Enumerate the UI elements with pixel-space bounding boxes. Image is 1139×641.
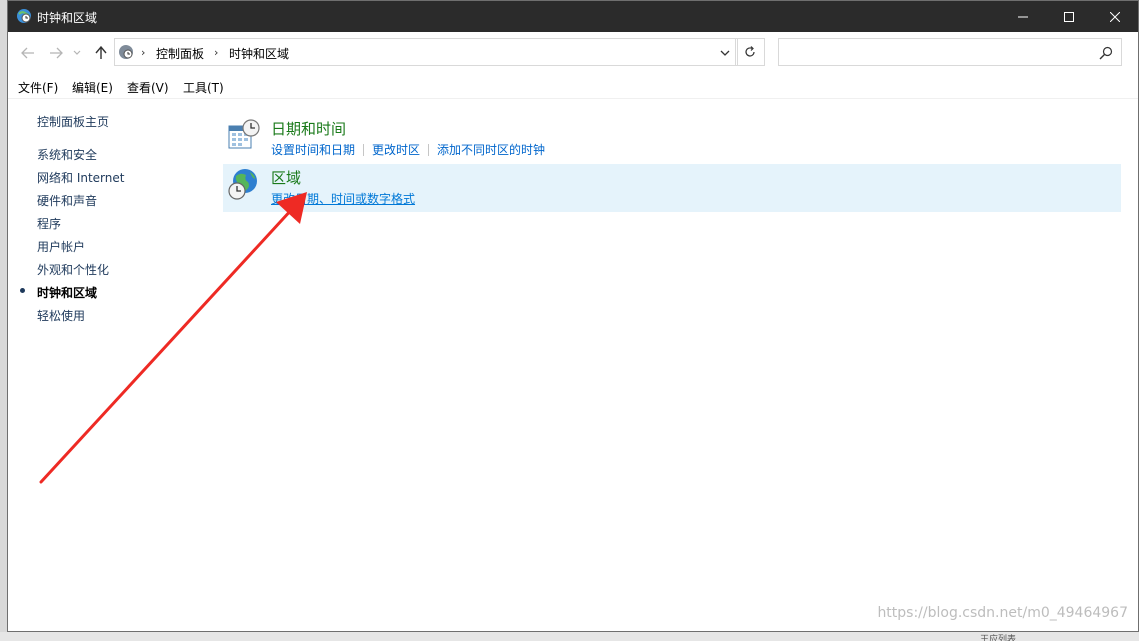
category-date-time: 日期和时间 设置时间和日期 更改时区 添加不同时区的时钟 — [223, 115, 1121, 163]
arrow-up-icon — [95, 46, 107, 59]
category-title-date-time[interactable]: 日期和时间 — [271, 118, 346, 139]
link-divider — [363, 144, 365, 156]
close-icon — [1110, 11, 1120, 22]
breadcrumb-clock-region[interactable]: 时钟和区域 — [229, 45, 289, 62]
back-button[interactable] — [20, 45, 36, 61]
refresh-button[interactable] — [735, 38, 765, 66]
sidebar-item-control-panel-home[interactable]: 控制面板主页 — [37, 113, 109, 130]
calendar-clock-icon[interactable] — [227, 118, 261, 152]
refresh-icon — [745, 46, 755, 57]
sidebar-item-clock-region[interactable]: 时钟和区域 — [37, 284, 97, 301]
up-button[interactable] — [93, 45, 109, 61]
menu-bar: 文件(F) 编辑(E) 查看(V) 工具(T) — [8, 74, 1138, 99]
sidebar-item-system-security[interactable]: 系统和安全 — [37, 146, 97, 163]
sidebar-item-network-internet[interactable]: 网络和 Internet — [37, 169, 124, 186]
address-row: › 控制面板 › 时钟和区域 — [8, 32, 1138, 72]
menu-file[interactable]: 文件(F) — [18, 79, 58, 96]
minimize-button[interactable] — [1000, 1, 1046, 32]
taskbar-fragment-label: 王应列表 — [980, 635, 1017, 641]
sidebar-item-hardware-sound[interactable]: 硬件和声音 — [37, 192, 97, 209]
link-change-formats[interactable]: 更改日期、时间或数字格式 — [271, 192, 415, 206]
menu-tools[interactable]: 工具(T) — [183, 79, 224, 96]
link-change-time-zone[interactable]: 更改时区 — [372, 143, 420, 157]
control-panel-window: 时钟和区域 › 控制面板 › 时钟和区域 文件(F) 编辑(E) 查看(V) 工… — [7, 0, 1139, 632]
chevron-down-icon — [73, 50, 81, 55]
menu-view[interactable]: 查看(V) — [127, 79, 169, 96]
watermark: https://blog.csdn.net/m0_49464967 — [877, 605, 1128, 621]
category-links: 更改日期、时间或数字格式 — [271, 190, 415, 207]
breadcrumb-control-panel[interactable]: 控制面板 — [156, 45, 204, 62]
clock-region-app-icon — [17, 9, 31, 23]
category-region[interactable]: 区域 更改日期、时间或数字格式 — [223, 164, 1121, 212]
recent-locations-button[interactable] — [72, 45, 82, 61]
background-taskbar-strip: 王应列表 — [0, 632, 1139, 641]
arrow-right-icon — [50, 47, 63, 59]
arrow-left-icon — [21, 47, 34, 59]
address-bar[interactable]: › 控制面板 › 时钟和区域 — [114, 38, 738, 66]
maximize-button[interactable] — [1046, 1, 1092, 32]
current-item-bullet — [20, 288, 25, 293]
sidebar-item-ease-of-access[interactable]: 轻松使用 — [37, 307, 85, 324]
globe-clock-icon[interactable] — [227, 167, 261, 201]
sidebar-item-appearance[interactable]: 外观和个性化 — [37, 261, 109, 278]
link-divider — [428, 144, 430, 156]
window-title: 时钟和区域 — [37, 11, 98, 25]
address-dropdown-icon[interactable] — [719, 47, 731, 59]
title-bar[interactable]: 时钟和区域 — [8, 1, 1138, 32]
maximize-icon — [1064, 11, 1074, 22]
minimize-icon — [1018, 16, 1028, 17]
sidebar-item-programs[interactable]: 程序 — [37, 215, 61, 232]
category-title-region[interactable]: 区域 — [271, 167, 301, 188]
category-links: 设置时间和日期 更改时区 添加不同时区的时钟 — [271, 141, 545, 158]
search-icon[interactable] — [1099, 46, 1113, 60]
clock-region-breadcrumb-icon — [119, 45, 133, 59]
breadcrumb-separator[interactable]: › — [214, 46, 218, 59]
sidebar-item-user-accounts[interactable]: 用户帐户 — [37, 238, 85, 255]
search-input[interactable] — [778, 38, 1122, 66]
link-set-time-date[interactable]: 设置时间和日期 — [271, 143, 355, 157]
menu-edit[interactable]: 编辑(E) — [72, 79, 113, 96]
close-button[interactable] — [1092, 1, 1138, 32]
breadcrumb-separator[interactable]: › — [141, 46, 145, 59]
link-add-clocks[interactable]: 添加不同时区的时钟 — [437, 143, 545, 157]
forward-button[interactable] — [48, 45, 64, 61]
